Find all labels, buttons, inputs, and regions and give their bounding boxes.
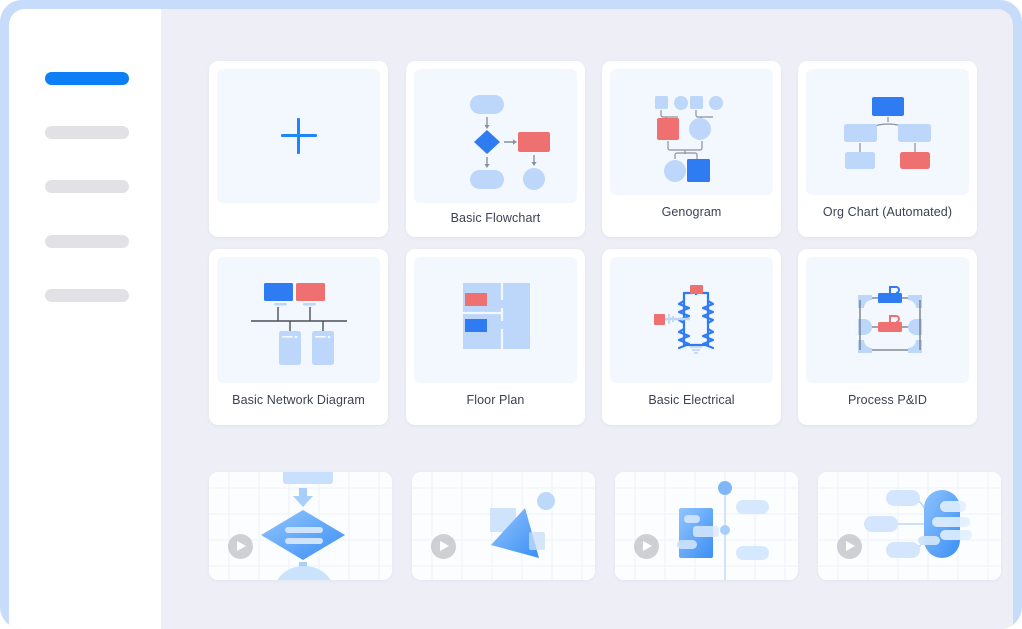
basic-flowchart-thumb bbox=[414, 69, 577, 203]
template-label: Process P&ID bbox=[847, 393, 927, 407]
video-card-3[interactable] bbox=[615, 472, 798, 580]
template-label: Basic Flowchart bbox=[450, 211, 541, 225]
template-card-basic-network[interactable]: Basic Network Diagram bbox=[209, 249, 388, 425]
app-window: Basic Flowchart Genogram Org Chart (Auto… bbox=[0, 0, 1022, 629]
template-label: Org Chart (Automated) bbox=[822, 205, 953, 219]
video-card-2[interactable] bbox=[412, 472, 595, 580]
template-label: Floor Plan bbox=[466, 393, 525, 407]
sidebar-item-1[interactable] bbox=[45, 72, 129, 85]
template-gallery: Basic Flowchart Genogram Org Chart (Auto… bbox=[161, 9, 1013, 629]
new-document-thumb bbox=[217, 69, 380, 203]
play-icon[interactable] bbox=[634, 534, 659, 559]
template-label: Basic Network Diagram bbox=[232, 393, 365, 407]
template-card-process-pid[interactable]: Process P&ID bbox=[798, 249, 977, 425]
video-card-4[interactable] bbox=[818, 472, 1001, 580]
play-icon[interactable] bbox=[837, 534, 862, 559]
sidebar-item-4[interactable] bbox=[45, 235, 129, 248]
window-inner: Basic Flowchart Genogram Org Chart (Auto… bbox=[9, 9, 1013, 629]
template-card-basic-flowchart[interactable]: Basic Flowchart bbox=[406, 61, 585, 237]
play-icon[interactable] bbox=[431, 534, 456, 559]
pid-thumb bbox=[806, 257, 969, 383]
template-card-genogram[interactable]: Genogram bbox=[602, 61, 781, 237]
new-document-card[interactable] bbox=[209, 61, 388, 237]
genogram-thumb bbox=[610, 69, 773, 195]
template-label: Basic Electrical bbox=[648, 393, 735, 407]
electrical-thumb bbox=[610, 257, 773, 383]
template-label: Genogram bbox=[661, 205, 722, 219]
orgchart-thumb bbox=[806, 69, 969, 195]
template-card-floor-plan[interactable]: Floor Plan bbox=[406, 249, 585, 425]
video-card-1[interactable] bbox=[209, 472, 392, 580]
floorplan-thumb bbox=[414, 257, 577, 383]
sidebar-item-5[interactable] bbox=[45, 289, 129, 302]
play-icon[interactable] bbox=[228, 534, 253, 559]
template-card-org-chart[interactable]: Org Chart (Automated) bbox=[798, 61, 977, 237]
template-card-basic-electrical[interactable]: Basic Electrical bbox=[602, 249, 781, 425]
plus-icon bbox=[280, 118, 317, 154]
network-thumb bbox=[217, 257, 380, 383]
sidebar-item-2[interactable] bbox=[45, 126, 129, 139]
sidebar-item-3[interactable] bbox=[45, 180, 129, 193]
sidebar bbox=[9, 9, 161, 629]
